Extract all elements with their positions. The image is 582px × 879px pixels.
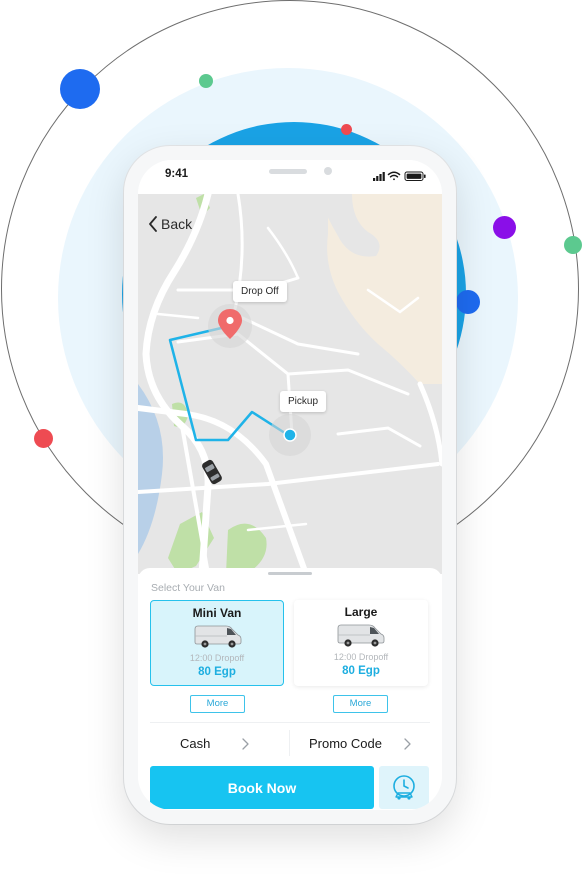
decor-dot-red-small — [341, 124, 352, 135]
payment-method-button[interactable]: Cash — [180, 736, 210, 751]
status-time: 9:41 — [165, 168, 189, 180]
battery-icon — [404, 171, 426, 181]
phone-screen: 9:41 Back Drop Off Pickup Select Your Va… — [138, 160, 442, 810]
van-eta: 12:00 Dropoff — [333, 652, 389, 662]
decor-dot-red-left — [34, 429, 53, 448]
van-name: Large — [344, 605, 378, 619]
options-divider — [150, 722, 430, 723]
van-price: 80 Egp — [342, 665, 380, 677]
back-button[interactable]: Back — [148, 216, 192, 232]
location-dot-icon[interactable] — [283, 428, 297, 442]
back-label: Back — [161, 216, 193, 232]
options-separator — [289, 730, 290, 756]
van-price: 80 Egp — [198, 666, 236, 678]
status-bar: 9:41 — [138, 160, 442, 194]
chevron-right-icon[interactable] — [241, 738, 249, 750]
map-canvas — [138, 194, 442, 574]
van-eta: 12:00 Dropoff — [189, 653, 245, 663]
route-map[interactable]: Back Drop Off Pickup — [138, 194, 442, 574]
status-icons — [373, 171, 426, 181]
sheet-drag-handle[interactable] — [268, 572, 312, 575]
notch-speaker — [269, 169, 307, 174]
decor-dot-blue-right — [456, 290, 480, 314]
sheet-title: Select Your Van — [151, 582, 225, 594]
chevron-right-icon[interactable] — [403, 738, 411, 750]
decor-dot-green-right — [564, 236, 582, 254]
decor-dot-purple — [493, 216, 516, 239]
van-selection-sheet: Select Your Van Mini Van 12:00 Dropoff 8… — [138, 568, 442, 810]
van-icon — [337, 624, 385, 647]
van-option-large[interactable]: Large 12:00 Dropoff 80 Egp — [294, 600, 428, 686]
notch-camera — [324, 167, 332, 175]
book-now-label: Book Now — [227, 779, 297, 796]
book-now-button[interactable]: Book Now — [150, 766, 374, 809]
signal-icon — [373, 172, 385, 181]
dropoff-tag: Drop Off — [233, 281, 287, 302]
promo-code-button[interactable]: Promo Code — [309, 736, 382, 751]
phone-frame: 9:41 Back Drop Off Pickup Select Your Va… — [124, 146, 456, 824]
van-icon — [194, 625, 242, 648]
pickup-tag: Pickup — [280, 391, 327, 412]
large-van-more-button[interactable]: More — [333, 695, 388, 713]
clock-vehicle-icon — [393, 775, 415, 800]
decor-dot-blue-large — [60, 69, 100, 109]
van-option-mini-van[interactable]: Mini Van 12:00 Dropoff 80 Egp — [150, 600, 284, 686]
schedule-button[interactable] — [379, 766, 429, 809]
mini-van-more-button[interactable]: More — [190, 695, 245, 713]
van-name: Mini Van — [192, 606, 242, 620]
decor-dot-green — [199, 74, 213, 88]
wifi-icon — [387, 171, 401, 181]
chevron-left-icon — [149, 216, 157, 232]
